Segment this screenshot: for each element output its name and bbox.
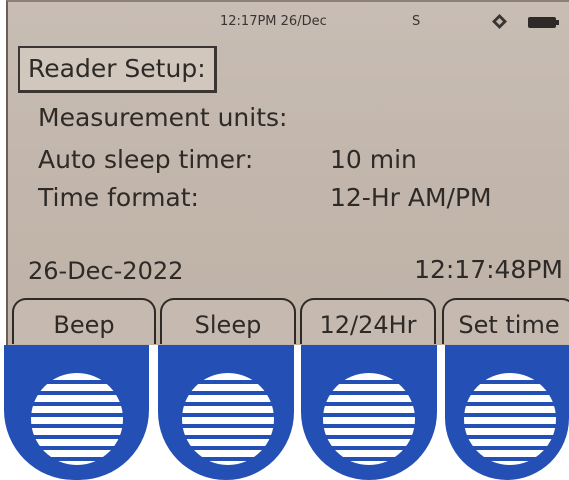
auto-sleep-timer-label: Auto sleep timer:	[38, 145, 254, 174]
current-date: 26-Dec-2022	[28, 257, 184, 285]
lcd-screen: 12:17PM 26/Dec S Reader Setup: Measureme…	[6, 0, 569, 345]
battery-icon	[528, 17, 559, 28]
measurement-units-label: Measurement units:	[38, 103, 288, 132]
current-clock: 12:17:48PM	[414, 255, 563, 284]
status-indicator: S	[412, 14, 421, 29]
time-format-value: 12-Hr AM/PM	[330, 183, 492, 212]
diamond-nav-icon	[492, 14, 507, 29]
reader-device: 12:17PM 26/Dec S Reader Setup: Measureme…	[0, 0, 569, 480]
button-grille-icon	[31, 373, 123, 465]
button-grille-icon	[182, 373, 274, 465]
status-time-date: 12:17PM 26/Dec	[220, 14, 327, 29]
softkey-sleep: Sleep	[160, 298, 296, 344]
auto-sleep-timer-value: 10 min	[330, 145, 417, 174]
set-time-button[interactable]	[445, 345, 569, 480]
softkey-12-24hr: 12/24Hr	[300, 298, 436, 344]
status-bar: 12:17PM 26/Dec S	[8, 8, 569, 29]
button-grille-icon	[323, 373, 415, 465]
page-title: Reader Setup:	[18, 46, 217, 93]
sleep-button[interactable]	[158, 345, 294, 480]
time-format-label: Time format:	[38, 183, 199, 212]
time-format-button[interactable]	[301, 345, 437, 480]
beep-button[interactable]	[4, 345, 149, 480]
softkey-set-time: Set time	[442, 298, 569, 344]
button-grille-icon	[464, 373, 556, 465]
softkey-beep: Beep	[12, 298, 156, 344]
